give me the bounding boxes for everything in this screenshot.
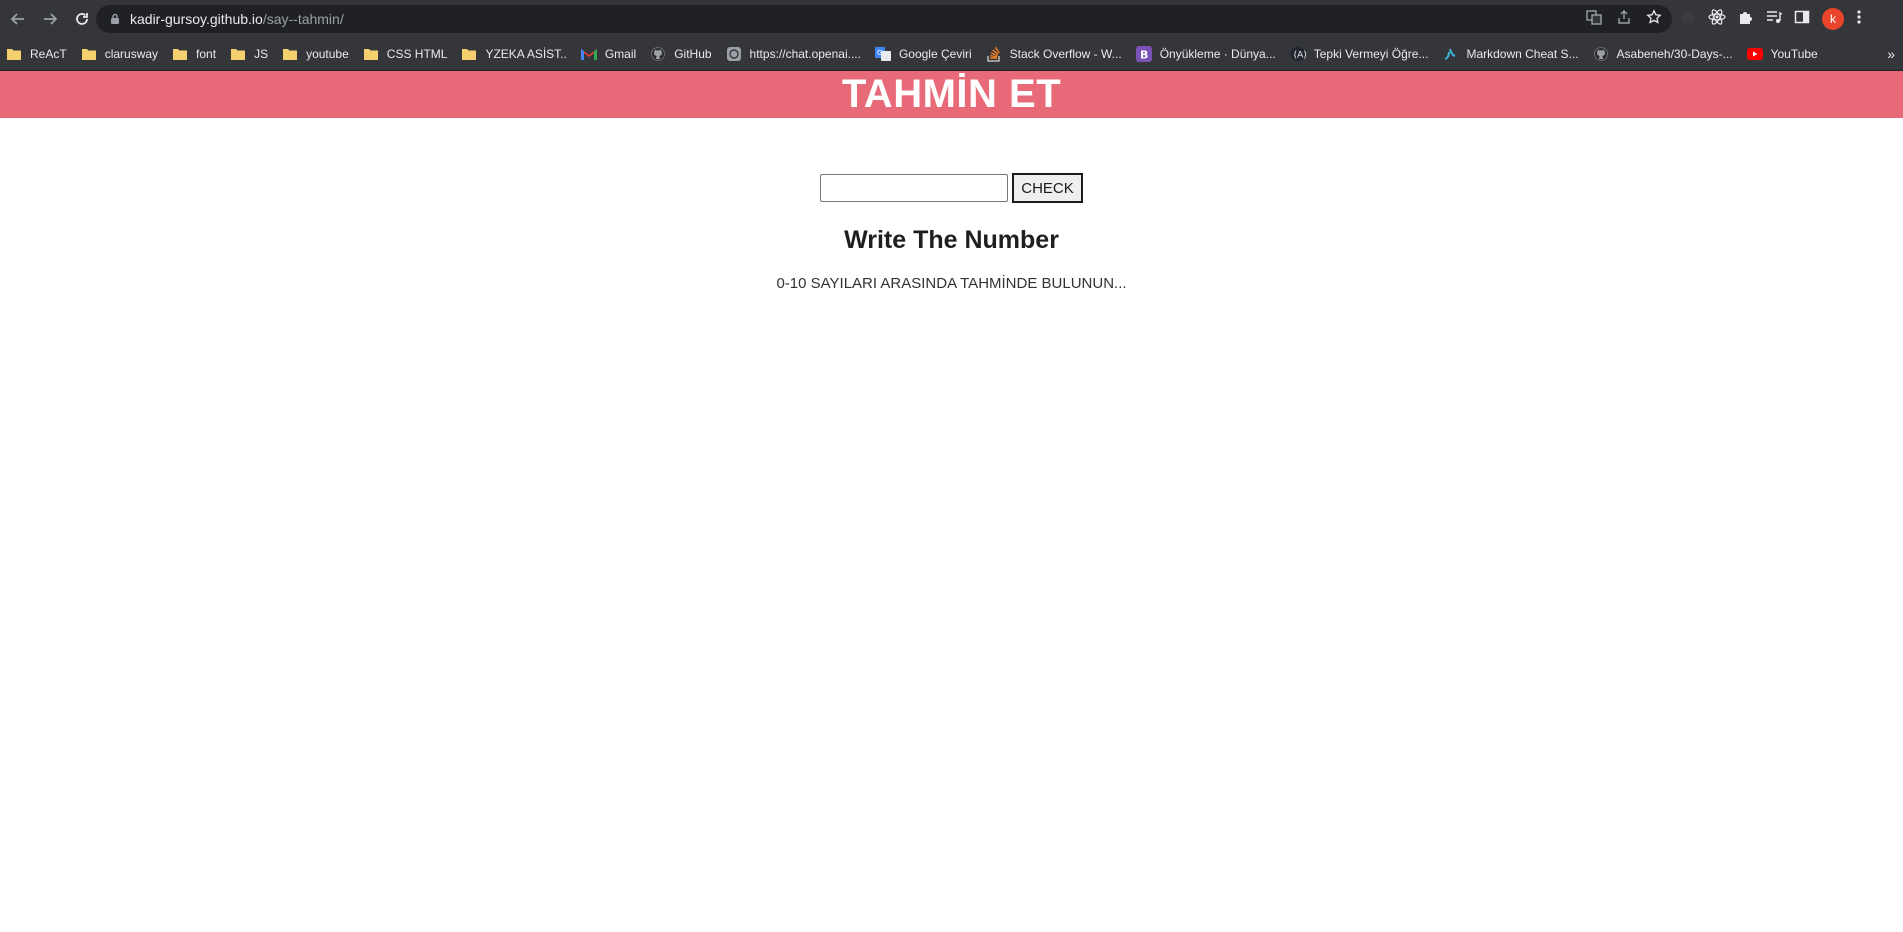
svg-text:(A): (A): [1293, 51, 1305, 61]
back-button[interactable]: [4, 5, 32, 33]
browser-toolbar: kadir-gursoy.github.io/say--tahmin/ k: [0, 0, 1903, 38]
bookmark-item[interactable]: JS: [224, 40, 274, 68]
folder-icon: [461, 46, 477, 62]
bookmark-item[interactable]: CSS HTML: [357, 40, 454, 68]
translate-icon: G: [874, 46, 891, 62]
youtube-icon: [1746, 46, 1763, 62]
bookmark-item[interactable]: YouTube: [1741, 40, 1824, 68]
reload-button[interactable]: [68, 5, 96, 33]
bookmark-item[interactable]: Markdown Cheat S...: [1436, 40, 1584, 68]
react-icon: (A): [1290, 46, 1306, 62]
bookmark-label: font: [196, 47, 217, 61]
bookmark-label: ReAcT: [30, 47, 67, 61]
bookmark-item[interactable]: font: [166, 40, 222, 68]
page-header: TAHMİN ET: [0, 71, 1903, 118]
stackoverflow-icon: [986, 46, 1002, 62]
guess-form: CHECK: [0, 173, 1903, 203]
bookmark-label: youtube: [306, 47, 349, 61]
bookmark-item[interactable]: ReAcT: [0, 40, 73, 68]
bookmark-item[interactable]: Stack Overflow - W...: [980, 40, 1128, 68]
react-devtools-icon[interactable]: [1708, 8, 1726, 31]
bookmark-item[interactable]: YZEKA ASİST..: [455, 40, 572, 68]
address-bar[interactable]: kadir-gursoy.github.io/say--tahmin/: [96, 5, 1672, 33]
gmail-icon: [580, 46, 597, 62]
side-panel-icon[interactable]: [1794, 9, 1810, 30]
check-button[interactable]: CHECK: [1012, 173, 1083, 203]
bookmark-label: https://chat.openai....: [749, 47, 861, 61]
svg-text:B: B: [1140, 49, 1148, 62]
bookmark-label: Google Çeviri: [898, 47, 972, 61]
folder-icon: [230, 46, 246, 62]
bookmark-item[interactable]: G Google Çeviri: [869, 40, 978, 68]
forward-button[interactable]: [36, 5, 64, 33]
back-arrow-icon: [10, 13, 24, 25]
hint-text: 0-10 SAYILARI ARASINDA TAHMİNDE BULUNUN.…: [776, 275, 1127, 292]
extension-dot-icon[interactable]: [1680, 9, 1696, 30]
bookmark-label: Önyükleme · Dünya...: [1159, 47, 1276, 61]
bookmark-item[interactable]: clarusway: [75, 40, 164, 68]
lock-icon: [108, 12, 122, 26]
svg-text:G: G: [877, 49, 882, 57]
bookmark-label: GitHub: [674, 47, 712, 61]
bookmark-label: Gmail: [604, 47, 637, 61]
more-bookmarks-icon[interactable]: »: [1887, 38, 1895, 70]
bookmark-label: Stack Overflow - W...: [1009, 47, 1122, 61]
folder-icon: [6, 46, 22, 62]
bookmark-label: JS: [254, 47, 269, 61]
github-icon: [650, 46, 666, 62]
bookmark-item[interactable]: youtube: [276, 40, 355, 68]
folder-icon: [81, 46, 97, 62]
share-icon[interactable]: [1616, 9, 1632, 30]
bookmark-item[interactable]: Gmail: [575, 40, 642, 68]
markdown-icon: [1442, 46, 1458, 62]
bookmark-item[interactable]: B Önyükleme · Dünya...: [1130, 40, 1282, 68]
folder-icon: [282, 46, 298, 62]
extensions-puzzle-icon[interactable]: [1738, 9, 1754, 30]
openai-icon: [726, 46, 742, 62]
translate-page-icon[interactable]: [1586, 9, 1602, 30]
bookmark-label: CSS HTML: [386, 47, 448, 61]
profile-avatar[interactable]: k: [1822, 8, 1844, 30]
bookmark-item[interactable]: Asabeneh/30-Days-...: [1587, 40, 1739, 68]
bookmark-label: clarusway: [104, 47, 159, 61]
bookmark-label: Asabeneh/30-Days-...: [1616, 47, 1733, 61]
folder-icon: [172, 46, 188, 62]
bookmark-label: YouTube: [1770, 47, 1818, 61]
bookmark-item[interactable]: (A) Tepki Vermeyi Öğre...: [1284, 40, 1435, 68]
bookmark-item[interactable]: GitHub: [644, 40, 717, 68]
bookmark-item[interactable]: https://chat.openai....: [720, 40, 867, 68]
bootstrap-icon: B: [1135, 46, 1152, 62]
github-icon: [1593, 46, 1609, 62]
bookmark-label: Tepki Vermeyi Öğre...: [1313, 47, 1429, 61]
folder-icon: [363, 46, 379, 62]
media-control-icon[interactable]: [1766, 9, 1783, 30]
url-path: /say--tahmin/: [262, 11, 344, 27]
result-message: Write The Number: [844, 226, 1059, 254]
bookmark-star-icon[interactable]: [1646, 8, 1662, 30]
menu-kebab-icon[interactable]: [1856, 9, 1862, 30]
url-text: kadir-gursoy.github.io/say--tahmin/: [130, 11, 344, 27]
guess-input[interactable]: [820, 174, 1009, 202]
page-title: TAHMİN ET: [841, 72, 1062, 116]
bookmark-label: Markdown Cheat S...: [1466, 47, 1579, 61]
bookmark-label: YZEKA ASİST..: [485, 47, 567, 61]
reload-icon: [76, 13, 88, 25]
url-host: kadir-gursoy.github.io: [130, 11, 263, 27]
forward-arrow-icon: [44, 13, 58, 25]
bookmarks-bar: ReAcT clarusway font JS youtube CSS HTML YZEKA…: [0, 38, 1903, 71]
